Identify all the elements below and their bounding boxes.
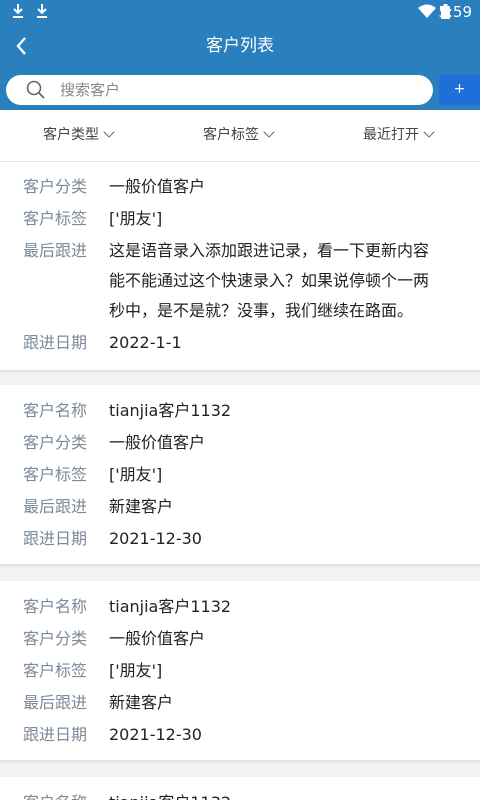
field-value: ['朋友'] — [109, 209, 163, 228]
chevron-down-icon — [423, 126, 435, 138]
field-value: 2022-1-1 — [109, 333, 182, 352]
chevron-down-icon — [103, 126, 115, 138]
field-label: 客户分类 — [23, 177, 88, 196]
filter-label: 最近打开 — [363, 127, 419, 143]
status-bar: 5:59 — [0, 0, 480, 24]
field-value: 新建客户 — [109, 693, 174, 712]
search-placeholder: 搜索客户 — [60, 81, 121, 99]
field-label: 跟进日期 — [23, 529, 88, 548]
field-label: 跟进日期 — [23, 333, 88, 352]
add-customer-button[interactable]: + — [439, 75, 480, 105]
field-value: ['朋友'] — [109, 661, 163, 680]
field-value: ['朋友'] — [109, 465, 163, 484]
field-label: 客户标签 — [23, 209, 88, 228]
chevron-down-icon — [263, 126, 275, 138]
field-label: 客户名称 — [23, 787, 103, 800]
filter-bar: 客户类型 客户标签 最近打开 — [0, 110, 480, 162]
field-label: 客户名称 — [23, 401, 88, 420]
field-value: 一般价值客户 — [109, 433, 206, 452]
field-label: 客户名称 — [23, 597, 88, 616]
filter-recently-opened[interactable]: 最近打开 — [363, 110, 435, 162]
field-value: 一般价值客户 — [109, 177, 206, 196]
status-time: 5:59 — [438, 3, 472, 21]
download-icon — [10, 2, 26, 25]
field-label: 客户标签 — [23, 661, 88, 680]
field-label: 客户标签 — [23, 465, 88, 484]
customer-card[interactable]: 客户分类 一般价值客户 客户标签 ['朋友'] 最后跟进 这是语音录入添加跟进记… — [0, 162, 480, 371]
field-label: 跟进日期 — [23, 725, 88, 744]
wifi-icon — [418, 4, 436, 23]
app-header: 客户列表 搜索客户 + — [0, 24, 480, 110]
search-icon — [26, 80, 46, 104]
field-label: 最后跟进 — [23, 241, 88, 260]
followup-line: 能不能通过这个快速录入？如果说停顿个一两 — [109, 271, 430, 290]
followup-line: 这是语音录入添加跟进记录，看一下更新内容 — [109, 241, 430, 260]
filter-customer-type[interactable]: 客户类型 — [43, 110, 115, 162]
customer-card[interactable]: 客户名称 tianjia客户1132 客户分类 一般价值客户 客户标签 ['朋友… — [0, 385, 480, 565]
page-title: 客户列表 — [206, 36, 274, 56]
customer-list: 客户分类 一般价值客户 客户标签 ['朋友'] 最后跟进 这是语音录入添加跟进记… — [0, 162, 480, 800]
field-label: 客户分类 — [23, 629, 88, 648]
field-label: 最后跟进 — [23, 693, 88, 712]
field-value: 2021-12-30 — [109, 529, 202, 548]
field-value: tianjia客户1132 — [109, 787, 459, 800]
field-value: 新建客户 — [109, 497, 174, 516]
field-value: 一般价值客户 — [109, 629, 206, 648]
field-value: tianjia客户1132 — [109, 401, 232, 420]
field-value: tianjia客户1132 — [109, 597, 232, 616]
customer-card[interactable]: 客户名称 tianjia客户1132 — [0, 777, 480, 800]
filter-label: 客户类型 — [43, 127, 99, 143]
download-icon — [34, 2, 50, 25]
filter-customer-tag[interactable]: 客户标签 — [203, 110, 275, 162]
field-label: 客户分类 — [23, 433, 88, 452]
search-input[interactable]: 搜索客户 — [6, 75, 433, 105]
field-label: 最后跟进 — [23, 497, 88, 516]
filter-label: 客户标签 — [203, 127, 259, 143]
customer-card[interactable]: 客户名称 tianjia客户1132 客户分类 一般价值客户 客户标签 ['朋友… — [0, 581, 480, 761]
followup-line: 秒中，是不是就？没事，我们继续在路面。 — [109, 301, 414, 320]
field-value: 2021-12-30 — [109, 725, 202, 744]
